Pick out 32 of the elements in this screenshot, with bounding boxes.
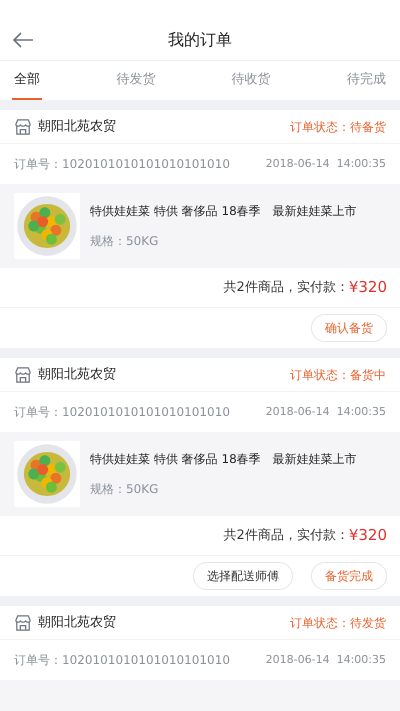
tab[interactable]: 待收货 bbox=[230, 61, 273, 100]
order-time: 2018-06-14 14:00:35 bbox=[266, 156, 386, 172]
product-name: 特供娃娃菜 特供 奢侈品 18春季 最新娃娃菜上市 bbox=[90, 451, 357, 468]
shop-name: 朝阳北苑农贸 bbox=[38, 366, 116, 384]
tab[interactable]: 全部 bbox=[12, 61, 42, 100]
shop-name: 朝阳北苑农贸 bbox=[38, 614, 116, 632]
shop-icon bbox=[14, 118, 32, 134]
action-button[interactable]: 确认备货 bbox=[311, 314, 387, 342]
page-title: 我的订单 bbox=[168, 29, 232, 51]
order-status: 订单状态：待备货 bbox=[290, 118, 386, 136]
order-status: 订单状态：备货中 bbox=[290, 366, 386, 384]
order-summary: 共2件商品，实付款： bbox=[224, 526, 349, 545]
order-time: 2018-06-14 14:00:35 bbox=[266, 652, 386, 668]
shop-icon bbox=[14, 614, 32, 630]
action-button[interactable]: 选择配送师傅 bbox=[193, 562, 293, 590]
product-spec: 规格：50KG bbox=[90, 481, 160, 498]
product-name: 特供娃娃菜 特供 奢侈品 18春季 最新娃娃菜上市 bbox=[90, 203, 357, 220]
action-button[interactable]: 备货完成 bbox=[311, 562, 387, 590]
order-amount: ¥320 bbox=[348, 277, 387, 298]
product-spec: 规格：50KG bbox=[90, 233, 160, 250]
back-icon[interactable] bbox=[12, 32, 34, 48]
order-number: 订单号：1020101010101010101010 bbox=[14, 404, 230, 421]
order-time: 2018-06-14 14:00:35 bbox=[266, 404, 386, 420]
shop-icon bbox=[14, 366, 32, 382]
order-summary: 共2件商品，实付款： bbox=[224, 278, 349, 297]
order-number: 订单号：1020101010101010101010 bbox=[14, 156, 230, 173]
order-amount: ¥320 bbox=[348, 525, 387, 546]
shop-name: 朝阳北苑农贸 bbox=[38, 118, 116, 136]
tab[interactable]: 待完成 bbox=[344, 61, 388, 100]
order-status: 订单状态：待发货 bbox=[290, 614, 386, 632]
tab[interactable]: 待发货 bbox=[114, 61, 158, 100]
order-number: 订单号：1020101010101010101010 bbox=[14, 652, 230, 669]
